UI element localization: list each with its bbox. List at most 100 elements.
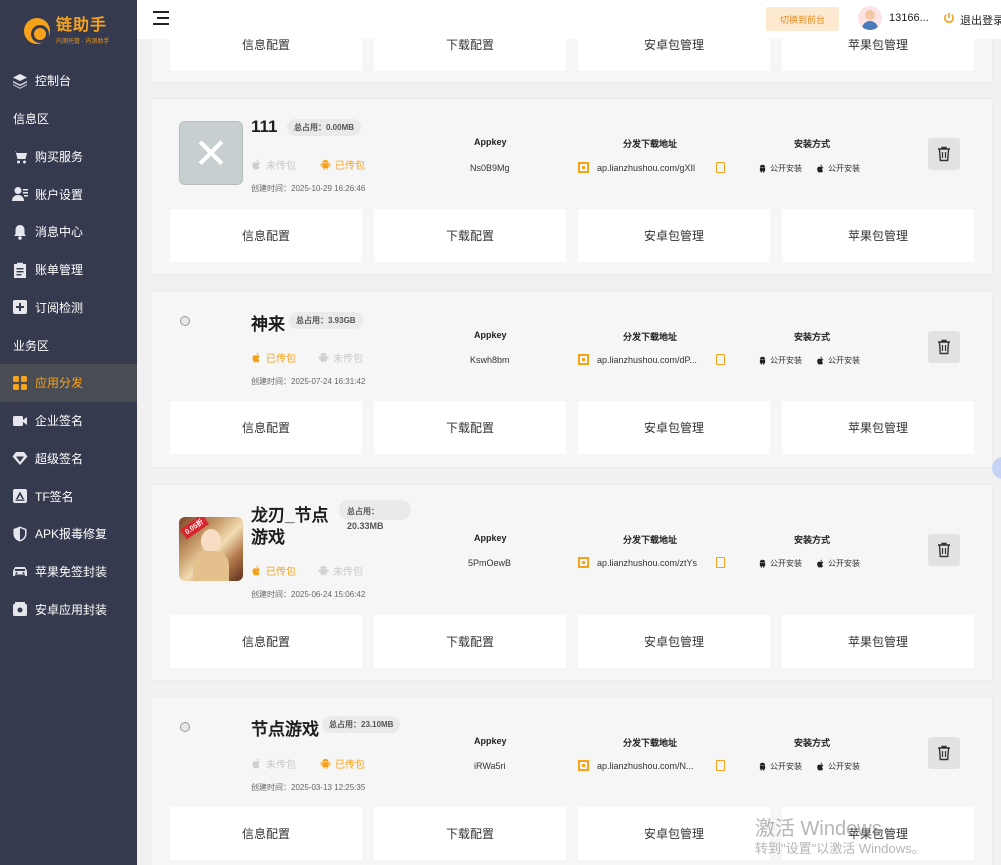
android-icon — [318, 565, 329, 576]
created-time: 创建时间：2025-06-24 15:06:42 — [251, 590, 366, 599]
plus-box-icon — [12, 299, 28, 315]
ios-upload-status: 已传包 — [251, 350, 296, 365]
info-config-button[interactable]: 信息配置 — [170, 615, 362, 668]
download-config-button[interactable]: 下载配置 — [374, 209, 566, 262]
appkey-value[interactable]: Kswh8bm — [470, 355, 510, 365]
info-config-button[interactable]: 信息配置 — [170, 209, 362, 262]
android-package-button[interactable]: 安卓包管理 — [578, 401, 770, 454]
sidebar-item-app-distribution[interactable]: 应用分发 — [0, 364, 137, 402]
sidebar-item-label: 企业签名 — [35, 414, 84, 429]
apple-icon — [252, 352, 260, 363]
sidebar-item-ios-wrap[interactable]: 苹果免签封装 — [0, 553, 137, 591]
android-upload-status-label: 已传包 — [335, 760, 365, 771]
sidebar-item-dashboard[interactable]: 控制台 — [0, 62, 137, 100]
android-install-label: 公开安装 — [770, 762, 802, 771]
created-time: 创建时间：2025-03-13 12:25:35 — [251, 783, 366, 792]
download-url[interactable]: ap.lianzhushou.com/ztYs — [597, 558, 697, 568]
appkey-value[interactable]: 5PmOewB — [468, 558, 511, 568]
avatar[interactable] — [858, 6, 882, 30]
appkey-value[interactable]: Ns0B9Mg — [470, 163, 510, 173]
qrcode-icon[interactable] — [578, 354, 589, 365]
info-config-button[interactable]: 信息配置 — [170, 807, 362, 860]
ios-upload-status-label: 未传包 — [266, 760, 296, 771]
brand-logo-icon — [24, 18, 50, 44]
delete-app-button[interactable] — [928, 138, 960, 170]
android-icon — [320, 159, 331, 170]
install-method-header: 安装方式 — [794, 738, 831, 748]
ios-install-label: 公开安装 — [828, 164, 860, 173]
sidebar-item-messages[interactable]: 消息中心 — [0, 213, 137, 251]
delete-app-button[interactable] — [928, 331, 960, 363]
appkey-value[interactable]: iRWa5ri — [474, 761, 506, 771]
copy-icon[interactable] — [716, 162, 725, 173]
qrcode-icon[interactable] — [578, 557, 589, 568]
menu-toggle-icon[interactable] — [153, 11, 169, 27]
brand-logo[interactable]: 链助手 内测托管 · 内测助手 — [0, 0, 137, 62]
sidebar-item-android-wrap[interactable]: 安卓应用封装 — [0, 590, 137, 628]
switch-frontend-button[interactable]: 切换到前台 — [766, 7, 839, 31]
qrcode-icon[interactable] — [578, 162, 589, 173]
sidebar-item-subscription-check[interactable]: 订阅检测 — [0, 288, 137, 326]
action-row: 信息配置 下载配置 安卓包管理 苹果包管理 — [170, 401, 974, 454]
android-install-label: 公开安装 — [770, 164, 802, 173]
sidebar-item-label: 消息中心 — [35, 225, 84, 240]
delete-app-button[interactable] — [928, 534, 960, 566]
download-url[interactable]: ap.lianzhushou.com/dP... — [597, 355, 697, 365]
username[interactable]: 13166... — [889, 12, 929, 24]
sidebar-item-tf-sign[interactable]: TF签名 — [0, 477, 137, 515]
android-upload-status: 已传包 — [320, 756, 365, 771]
sidebar-item-purchase[interactable]: 购买服务 — [0, 138, 137, 176]
copy-icon[interactable] — [716, 354, 725, 365]
android-icon — [759, 559, 766, 568]
action-row: 信息配置 下载配置 安卓包管理 苹果包管理 — [170, 807, 974, 860]
download-config-button[interactable]: 下载配置 — [374, 401, 566, 454]
video-icon — [12, 413, 28, 429]
android-upload-status-label: 未传包 — [333, 354, 363, 365]
bell-icon — [12, 224, 28, 240]
sidebar-item-enterprise-sign[interactable]: 企业签名 — [0, 402, 137, 440]
download-url-header: 分发下载地址 — [623, 738, 678, 748]
sidebar-item-label: TF签名 — [35, 489, 74, 504]
action-row: 信息配置 下载配置 安卓包管理 苹果包管理 — [170, 615, 974, 668]
copy-icon[interactable] — [716, 557, 725, 568]
tf-icon — [12, 488, 28, 504]
ios-package-button[interactable]: 苹果包管理 — [782, 401, 974, 454]
ios-upload-status: 未传包 — [251, 756, 296, 771]
ios-package-button[interactable]: 苹果包管理 — [782, 615, 974, 668]
logout-button[interactable]: 退出登录 — [960, 12, 1001, 28]
android-package-button[interactable]: 安卓包管理 — [578, 39, 770, 71]
download-url[interactable]: ap.lianzhushou.com/gXIl — [597, 163, 695, 173]
info-config-button[interactable]: 信息配置 — [170, 401, 362, 454]
delete-app-button[interactable] — [928, 737, 960, 769]
appkey-header: Appkey — [474, 533, 507, 543]
sidebar-item-label: 安卓应用封装 — [35, 602, 108, 617]
download-config-button[interactable]: 下载配置 — [374, 39, 566, 71]
sidebar-item-super-sign[interactable]: 超级签名 — [0, 440, 137, 478]
android-upload-status-label: 未传包 — [333, 567, 363, 578]
app-card: ✕ 111 总占用：0.00MB 未传包 已传包 创建时间：2025-10-29… — [150, 98, 993, 275]
appkey-header: Appkey — [474, 330, 507, 340]
download-url[interactable]: ap.lianzhushou.com/N... — [597, 761, 694, 771]
download-config-button[interactable]: 下载配置 — [374, 807, 566, 860]
android-icon — [759, 762, 766, 771]
sidebar-item-billing[interactable]: 账单管理 — [0, 251, 137, 289]
sidebar-item-apk-virus-fix[interactable]: APK报毒修复 — [0, 515, 137, 553]
download-url-header: 分发下载地址 — [623, 332, 678, 342]
app-card: 神来 总占用：3.93GB 已传包 未传包 创建时间：2025-07-24 16… — [150, 291, 993, 468]
download-url-header: 分发下载地址 — [623, 139, 678, 149]
sidebar-item-account[interactable]: 账户设置 — [0, 175, 137, 213]
ios-package-button[interactable]: 苹果包管理 — [782, 209, 974, 262]
ios-package-button[interactable]: 苹果包管理 — [782, 39, 974, 71]
app-name: 神来 — [251, 315, 285, 334]
qrcode-icon[interactable] — [578, 760, 589, 771]
app-name-line2: 游戏 — [251, 528, 285, 547]
copy-icon[interactable] — [716, 760, 725, 771]
android-package-button[interactable]: 安卓包管理 — [578, 209, 770, 262]
android-install-method: 公开安装 — [758, 558, 802, 569]
apple-icon — [817, 762, 824, 771]
android-package-button[interactable]: 安卓包管理 — [578, 615, 770, 668]
download-config-button[interactable]: 下载配置 — [374, 615, 566, 668]
info-config-button[interactable]: 信息配置 — [170, 39, 362, 71]
android-package-button[interactable]: 安卓包管理 — [578, 807, 770, 860]
ios-package-button[interactable]: 苹果包管理 — [782, 807, 974, 860]
